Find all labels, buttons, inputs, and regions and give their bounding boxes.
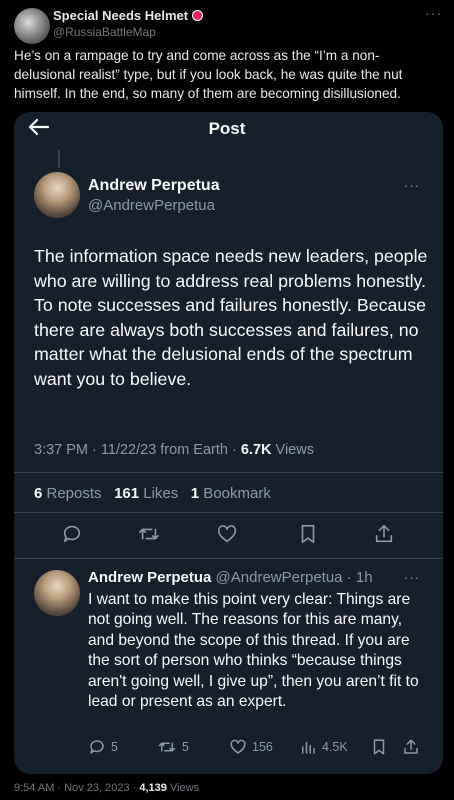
views-chart-icon — [302, 741, 315, 754]
divider — [14, 472, 443, 473]
action-bar — [34, 523, 414, 549]
more-options-button[interactable]: ··· — [404, 570, 420, 585]
author-handle[interactable]: @AndrewPerpetua — [216, 569, 343, 586]
like-icon[interactable] — [216, 523, 240, 547]
reply-count: 5 — [111, 740, 118, 754]
reply-icon[interactable] — [61, 523, 85, 547]
author-name[interactable]: Andrew Perpetua — [88, 177, 220, 195]
views-button[interactable]: 4.5K — [299, 738, 348, 756]
repost-count: 5 — [182, 740, 189, 754]
bookmark-button[interactable] — [370, 738, 388, 756]
thread-line — [58, 150, 60, 168]
author-name[interactable]: Special Needs Helmet — [53, 8, 204, 23]
repost-button[interactable]: 5 — [157, 738, 189, 756]
bookmarks-stat[interactable]: 1 Bookmark — [191, 485, 271, 502]
share-icon[interactable] — [373, 523, 397, 547]
like-count: 156 — [252, 740, 273, 754]
avatar[interactable] — [34, 570, 80, 616]
reply-action-bar: 5 5 156 4.5K — [88, 738, 428, 758]
post-meta: 3:37 PM · 11/22/23 from Earth · 6.7K Vie… — [34, 442, 314, 458]
share-button[interactable] — [402, 738, 420, 756]
reply-header: Andrew Perpetua @AndrewPerpetua · 1h — [88, 569, 373, 586]
reply-icon — [90, 740, 104, 754]
more-options-button[interactable]: ··· — [404, 178, 420, 193]
repost-icon[interactable] — [137, 523, 161, 547]
post-text: The information space needs new leaders,… — [34, 246, 428, 389]
views-count: 4,139 — [139, 782, 167, 794]
author-name[interactable]: Andrew Perpetua — [88, 569, 211, 586]
more-options-button[interactable]: ··· — [425, 5, 442, 21]
bookmark-icon[interactable] — [297, 523, 321, 547]
reply-button[interactable]: 5 — [88, 738, 118, 756]
reply-time: · 1h — [342, 569, 373, 586]
page-title: Post — [208, 119, 246, 138]
like-icon — [230, 739, 246, 754]
views-count: 4.5K — [322, 740, 348, 754]
tweet-text: He’s on a rampage to try and come across… — [14, 48, 403, 101]
author-handle[interactable]: @AndrewPerpetua — [88, 197, 215, 214]
likes-stat[interactable]: 161 Likes — [114, 485, 178, 502]
bookmark-icon — [373, 739, 385, 755]
engagement-stats: 6 Reposts 161 Likes 1 Bookmark — [34, 485, 271, 502]
affiliate-badge-icon — [192, 10, 204, 21]
reposts-stat[interactable]: 6 Reposts — [34, 485, 102, 502]
tweet-footer: 9:54 AM · Nov 23, 2023 · 4,139 Views — [14, 782, 200, 794]
share-icon — [404, 739, 418, 754]
author-handle[interactable]: @RussiaBattleMap — [53, 25, 156, 39]
avatar[interactable] — [14, 8, 50, 44]
divider — [14, 512, 443, 513]
avatar[interactable] — [34, 172, 80, 218]
divider — [14, 558, 443, 559]
views-count: 6.7K — [240, 442, 272, 458]
like-button[interactable]: 156 — [229, 738, 273, 756]
repost-icon — [158, 742, 176, 752]
reply-text: I want to make this point very clear: Th… — [88, 591, 419, 711]
